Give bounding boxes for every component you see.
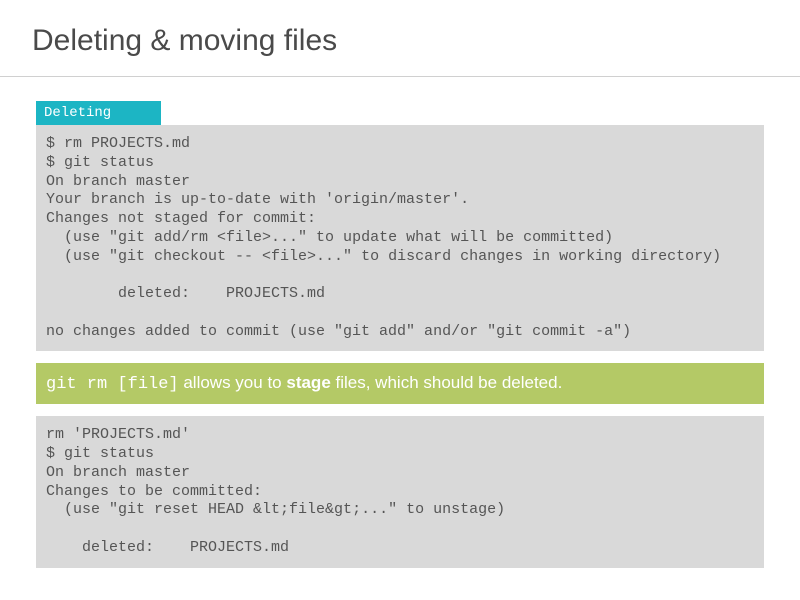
slide-content: Deleting $ rm PROJECTS.md $ git status O… — [0, 77, 800, 568]
callout-text-after: files, which should be deleted. — [331, 373, 563, 392]
callout-git-rm: git rm [file] allows you to stage files,… — [36, 363, 764, 404]
callout-bold-word: stage — [286, 373, 330, 392]
slide-container: Deleting & moving files Deleting $ rm PR… — [0, 0, 800, 600]
page-title: Deleting & moving files — [0, 0, 800, 76]
code-block-gitrm-status: rm 'PROJECTS.md' $ git status On branch … — [36, 416, 764, 567]
section-label-deleting: Deleting — [36, 101, 161, 125]
callout-code: git rm [file] — [46, 375, 179, 394]
code-block-rm-status: $ rm PROJECTS.md $ git status On branch … — [36, 125, 764, 351]
callout-text-before: allows you to — [179, 373, 287, 392]
